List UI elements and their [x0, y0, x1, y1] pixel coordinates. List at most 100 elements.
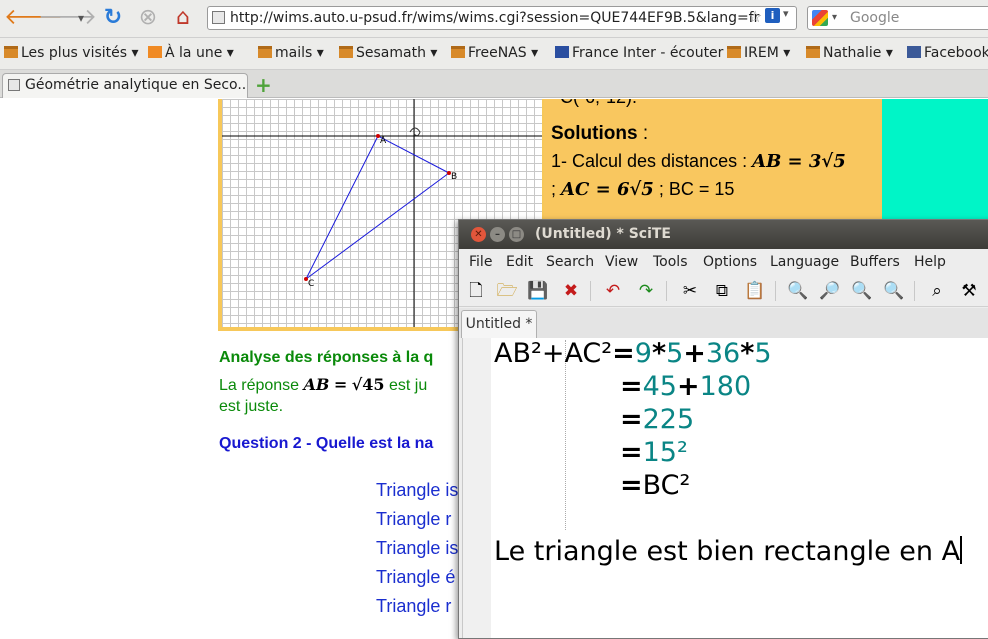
scite-editor[interactable]: AB²+AC²=9*5+36*5 =45+180 =225 =15² =BC² …	[462, 338, 988, 638]
bookmark-freenas[interactable]: FreeNAS ▾	[451, 45, 538, 61]
code-token: 15²	[642, 437, 688, 468]
menu-search[interactable]: Search	[546, 249, 594, 275]
folder-icon	[258, 46, 272, 58]
url-bar[interactable]: http://wims.auto.u-psud.fr/wims/wims.cgi…	[207, 6, 797, 30]
window-maximize-icon[interactable]: □	[509, 227, 524, 242]
code-token: *	[740, 338, 755, 369]
engine-dropdown-icon[interactable]: ▾	[832, 7, 837, 29]
toolbar-separator	[914, 281, 915, 301]
window-minimize-icon[interactable]: –	[490, 227, 505, 242]
folder-icon	[4, 46, 18, 58]
build-hammer-icon[interactable]: ⚒	[958, 280, 980, 302]
stop-icon[interactable]: ⊗	[133, 4, 163, 32]
segment-bc	[305, 172, 450, 280]
back-arrow-icon[interactable]: 🡐	[4, 4, 63, 32]
home-icon[interactable]: ⌂	[168, 4, 198, 32]
solutions-title: Solutions :	[551, 123, 649, 144]
menu-edit[interactable]: Edit	[506, 249, 533, 275]
close-file-icon[interactable]: ✖	[560, 280, 582, 302]
cut-icon[interactable]: ✂	[679, 280, 701, 302]
bookmark-les-plus-visites[interactable]: Les plus visités ▾	[4, 45, 139, 61]
bookmark-star-icon[interactable]: ☆	[748, 7, 762, 26]
bookmark-irem[interactable]: IREM ▾	[727, 45, 790, 61]
save-icon[interactable]: 💾	[527, 280, 549, 302]
code-token: BC²	[642, 470, 691, 501]
code-token: AB²+AC²	[494, 338, 613, 369]
analysis-line-2: est juste.	[219, 398, 284, 415]
url-dropdown-icon[interactable]: ▾	[783, 7, 789, 20]
answer-option-4[interactable]: Triangle é	[376, 567, 455, 588]
find-icon[interactable]: 🔎	[819, 280, 841, 302]
find-in-files-icon[interactable]: 🔍	[787, 280, 809, 302]
bookmark-mails[interactable]: mails ▾	[258, 45, 324, 61]
google-engine-icon[interactable]	[812, 10, 828, 26]
window-close-icon[interactable]: ✕	[471, 227, 486, 242]
tab-geometrie[interactable]: Géométrie analytique en Seco...	[2, 73, 248, 98]
code-token: 225	[642, 404, 695, 435]
reload-icon[interactable]: ↻	[98, 4, 128, 32]
search-input[interactable]: ▾ Google	[807, 6, 988, 30]
rotate-handle-icon[interactable]	[409, 127, 421, 137]
question-2-title: Question 2 - Quelle est la na	[219, 435, 434, 452]
bookmark-nathalie[interactable]: Nathalie ▾	[806, 45, 893, 61]
binoculars-icon[interactable]: ⌕	[926, 280, 948, 302]
bookmark-a-la-une[interactable]: À la une ▾	[148, 45, 234, 61]
code-token: =	[620, 437, 643, 468]
new-tab-plus-icon[interactable]: +	[255, 73, 272, 97]
page-info-icon[interactable]: i	[765, 8, 780, 23]
replace-icon[interactable]: 🔍	[883, 280, 905, 302]
label-a: A	[380, 136, 387, 146]
new-file-icon[interactable]: 🗋	[465, 280, 487, 302]
answer-option-2[interactable]: Triangle r	[376, 509, 451, 530]
code-token: 45	[642, 371, 677, 402]
find-next-icon[interactable]: 🔍	[851, 280, 873, 302]
menu-file[interactable]: File	[469, 249, 492, 275]
scite-titlebar[interactable]: ✕ – □ (Untitled) * SciTE	[459, 220, 988, 249]
tab-untitled[interactable]: Untitled *	[461, 310, 537, 338]
history-dropdown-icon[interactable]: ▾	[66, 4, 96, 32]
menu-buffers[interactable]: Buffers	[850, 249, 900, 275]
menu-tools[interactable]: Tools	[653, 249, 688, 275]
scite-menubar: File Edit Search View Tools Options Lang…	[459, 249, 988, 275]
partial-coordinates: C(-6;-12).	[560, 99, 637, 108]
code-token: +	[683, 338, 706, 369]
bookmarks-bar: Les plus visités ▾ À la une ▾ mails ▾ Se…	[0, 38, 988, 70]
bookmark-facebook[interactable]: Facebook	[907, 45, 988, 61]
menu-options[interactable]: Options	[703, 249, 757, 275]
segment-ac	[305, 135, 379, 280]
folder-icon	[806, 46, 820, 58]
paste-icon[interactable]: 📋	[744, 280, 766, 302]
solutions-line-2: ; AC = 6√5 ; BC = 15	[551, 179, 735, 200]
menu-help[interactable]: Help	[914, 249, 946, 275]
bookmark-sesamath[interactable]: Sesamath ▾	[339, 45, 437, 61]
code-token: 9	[634, 338, 652, 369]
text-caret	[960, 536, 963, 564]
toolbar-separator	[590, 281, 591, 301]
label-b: B	[451, 172, 457, 182]
toolbar-separator	[666, 281, 667, 301]
menu-view[interactable]: View	[605, 249, 638, 275]
answer-option-1[interactable]: Triangle is	[376, 480, 458, 501]
code-token: *	[651, 338, 667, 369]
editor-line-2: =45+180	[620, 371, 751, 403]
open-folder-icon[interactable]: 🗁	[496, 280, 518, 302]
folder-icon	[727, 46, 741, 58]
site-identity-icon[interactable]	[212, 11, 225, 24]
folder-icon	[339, 46, 353, 58]
code-token: +	[676, 371, 700, 402]
forward-arrow-icon[interactable]: 🡒	[38, 4, 97, 32]
bookmark-france-inter[interactable]: France Inter - écouter	[555, 45, 723, 61]
editor-line-1: AB²+AC²=9*5+36*5	[494, 338, 772, 370]
browser-toolbar: 🡐 🡒 ▾ ↻ ⊗ ⌂ http://wims.auto.u-psud.fr/w…	[0, 0, 988, 38]
code-token: 5	[666, 338, 684, 369]
answer-option-5[interactable]: Triangle r	[376, 596, 451, 617]
undo-icon[interactable]: ↶	[602, 280, 624, 302]
label-c: C	[308, 279, 314, 289]
solutions-line-1: 1- Calcul des distances : AB = 3√5	[551, 151, 846, 172]
redo-icon[interactable]: ↷	[635, 280, 657, 302]
menu-language[interactable]: Language	[770, 249, 839, 275]
copy-icon[interactable]: ⧉	[711, 280, 733, 302]
answer-option-3[interactable]: Triangle is	[376, 538, 458, 559]
radio-icon	[555, 46, 569, 58]
side-box	[882, 99, 988, 224]
